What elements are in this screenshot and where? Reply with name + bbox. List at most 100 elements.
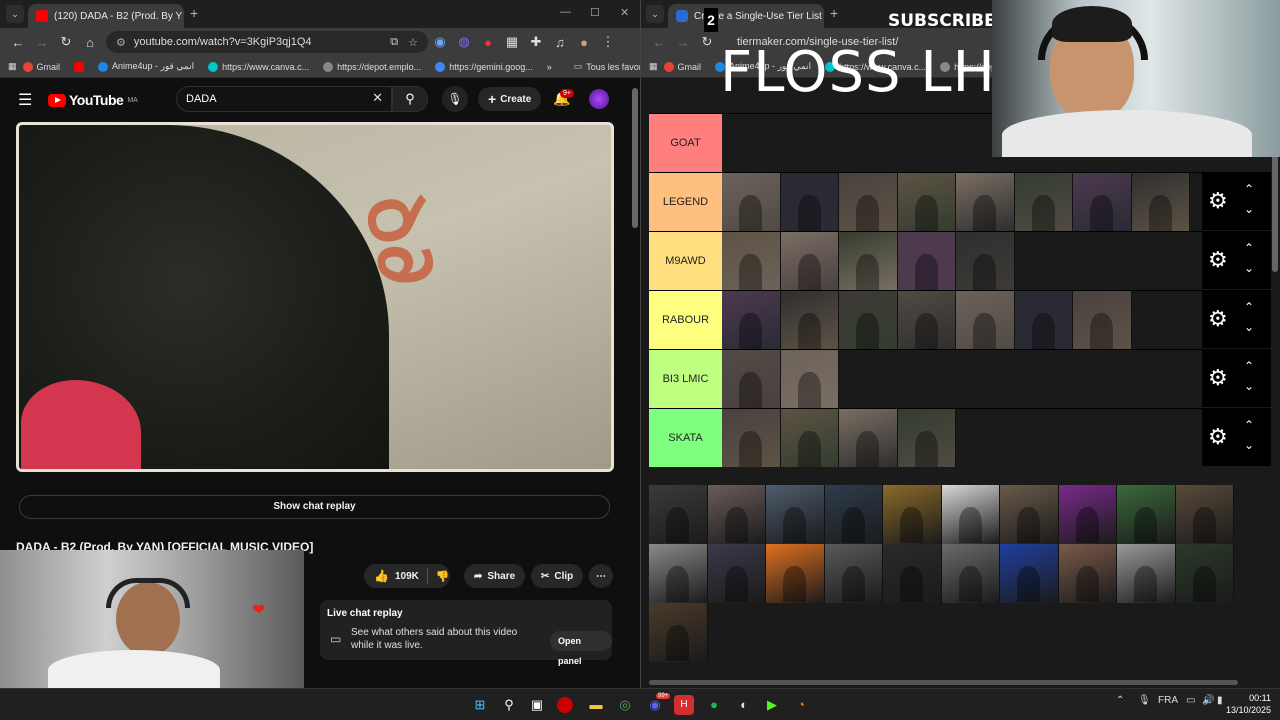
chrome-icon[interactable]: ◎: [615, 695, 635, 715]
tier-item-image[interactable]: [839, 232, 898, 290]
site-info-icon[interactable]: ⚙: [116, 36, 126, 49]
tier-item-image[interactable]: [956, 173, 1015, 231]
all-bookmarks-folder[interactable]: ▭Tous les favoris: [574, 61, 640, 72]
extension-4-icon[interactable]: ▦: [500, 34, 524, 50]
like-icon[interactable]: 👍: [374, 569, 389, 583]
unranked-item-image[interactable]: [824, 485, 883, 544]
tier-label[interactable]: BI3 LMIC: [649, 350, 722, 408]
unranked-item-image[interactable]: [1175, 544, 1234, 603]
tier-item-image[interactable]: [897, 291, 956, 349]
move-tier-up-icon[interactable]: ⌃: [1244, 300, 1254, 314]
unranked-item-image[interactable]: [766, 544, 825, 603]
bookmark-gmail-right[interactable]: Gmail: [663, 61, 701, 72]
unranked-item-image[interactable]: [1175, 485, 1234, 544]
app-red-icon[interactable]: [557, 697, 573, 713]
tier-item-image[interactable]: [897, 232, 956, 290]
move-tier-down-icon[interactable]: ⌄: [1244, 261, 1254, 275]
bookmark-canva[interactable]: https://www.canva.c...: [208, 61, 309, 72]
unranked-item-image[interactable]: [707, 485, 766, 544]
tab-search-button-right[interactable]: ⌄: [646, 5, 664, 23]
unranked-item-image[interactable]: [941, 485, 1000, 544]
browser-menu-icon[interactable]: ⋮: [596, 34, 620, 50]
unranked-item-image[interactable]: [649, 544, 708, 603]
reload-icon-right[interactable]: ↻: [695, 34, 719, 50]
create-button[interactable]: + Create: [478, 87, 542, 111]
tab-search-button[interactable]: ⌄: [6, 5, 24, 23]
hamburger-menu-icon[interactable]: ☰: [18, 90, 32, 110]
tier-label[interactable]: LEGEND: [649, 173, 722, 231]
extensions-puzzle-icon[interactable]: ✚: [524, 34, 548, 50]
dislike-icon[interactable]: 👎: [436, 570, 450, 583]
tier-settings-gear-icon[interactable]: ⚙: [1208, 424, 1228, 450]
file-explorer-icon[interactable]: ▬: [586, 695, 606, 715]
tier-item-image[interactable]: [839, 291, 898, 349]
unranked-item-image[interactable]: [649, 485, 708, 544]
tier-item-image[interactable]: [722, 409, 781, 467]
tier-item-image[interactable]: [722, 232, 781, 290]
clear-search-icon[interactable]: ✕: [372, 90, 383, 106]
video-player[interactable]: ꝺ∂: [16, 122, 614, 472]
tier-item-image[interactable]: [897, 173, 956, 231]
bookmark-gemini[interactable]: https://gemini.goog...: [435, 61, 533, 72]
unranked-item-image[interactable]: [1058, 544, 1117, 603]
unranked-item-image[interactable]: [1058, 485, 1117, 544]
move-tier-up-icon[interactable]: ⌃: [1244, 241, 1254, 255]
voice-search-button[interactable]: 🎙: [442, 86, 468, 112]
apps-grid-icon[interactable]: ▦: [8, 61, 17, 72]
tier-item-image[interactable]: [1073, 291, 1132, 349]
tier-item-image[interactable]: [956, 232, 1015, 290]
search-button[interactable]: ⚲: [392, 86, 428, 112]
tier-item-image[interactable]: [780, 232, 839, 290]
back-icon-right[interactable]: ←: [647, 35, 671, 50]
tier-item-image[interactable]: [897, 409, 956, 467]
unranked-item-image[interactable]: [883, 485, 942, 544]
move-tier-up-icon[interactable]: ⌃: [1244, 359, 1254, 373]
horizontal-scrollbar[interactable]: [649, 680, 1238, 685]
streamlabs-icon[interactable]: ◔: [791, 695, 811, 715]
extension-2-icon[interactable]: ◍: [452, 34, 476, 50]
bookmark-star-icon[interactable]: ☆: [408, 36, 418, 49]
reload-icon[interactable]: ↻: [54, 34, 78, 50]
obs-icon[interactable]: ◐: [734, 695, 754, 715]
tier-settings-gear-icon[interactable]: ⚙: [1208, 306, 1228, 332]
battery-icon[interactable]: ▮: [1217, 695, 1223, 706]
move-tier-down-icon[interactable]: ⌄: [1244, 438, 1254, 452]
tier-item-image[interactable]: [780, 409, 839, 467]
tier-label[interactable]: M9AWD: [649, 232, 722, 290]
unranked-item-image[interactable]: [941, 544, 1000, 603]
bookmark-depot[interactable]: https://depot.emplo...: [323, 61, 421, 72]
tier-item-image[interactable]: [956, 291, 1015, 349]
tier-item-image[interactable]: [780, 291, 839, 349]
open-panel-button[interactable]: Open panel: [550, 631, 612, 666]
tray-mic-icon[interactable]: 🎙: [1138, 695, 1151, 706]
unranked-item-image[interactable]: [1000, 544, 1059, 603]
tier-settings-gear-icon[interactable]: ⚙: [1208, 365, 1228, 391]
clock[interactable]: 00:11 13/10/2025: [1225, 692, 1271, 716]
task-view-icon[interactable]: ▣: [527, 695, 547, 715]
spotify-icon[interactable]: ●: [704, 695, 724, 715]
search-input[interactable]: [186, 91, 366, 107]
tier-label[interactable]: GOAT: [649, 114, 722, 172]
install-icon[interactable]: ⧉: [390, 36, 398, 49]
tier-settings-gear-icon[interactable]: ⚙: [1208, 247, 1228, 273]
unranked-item-image[interactable]: [766, 485, 825, 544]
show-chat-replay-button[interactable]: Show chat replay: [19, 495, 610, 519]
tier-item-image[interactable]: [722, 173, 781, 231]
move-tier-up-icon[interactable]: ⌃: [1244, 182, 1254, 196]
app-h-icon[interactable]: H: [674, 695, 694, 715]
taskbar-search-icon[interactable]: ⚲: [499, 695, 519, 715]
tab-youtube[interactable]: (120) DADA - B2 (Prod. By Y 🔊 ✕: [28, 4, 184, 28]
tier-item-image[interactable]: [722, 350, 781, 408]
tray-overflow-icon[interactable]: ⌃: [1116, 695, 1124, 706]
unranked-item-image[interactable]: [1117, 544, 1176, 603]
tier-settings-gear-icon[interactable]: ⚙: [1208, 188, 1228, 214]
new-tab-button-right[interactable]: +: [830, 5, 838, 21]
tier-item-image[interactable]: [839, 409, 898, 467]
tier-label[interactable]: RABOUR: [649, 291, 722, 349]
tier-item-image[interactable]: [1073, 173, 1132, 231]
terminal-icon[interactable]: ▶: [762, 695, 782, 715]
start-icon[interactable]: ⊞: [470, 695, 490, 715]
account-avatar[interactable]: [589, 89, 609, 109]
back-icon[interactable]: ←: [6, 35, 30, 50]
media-controls-icon[interactable]: ♫: [548, 35, 572, 50]
